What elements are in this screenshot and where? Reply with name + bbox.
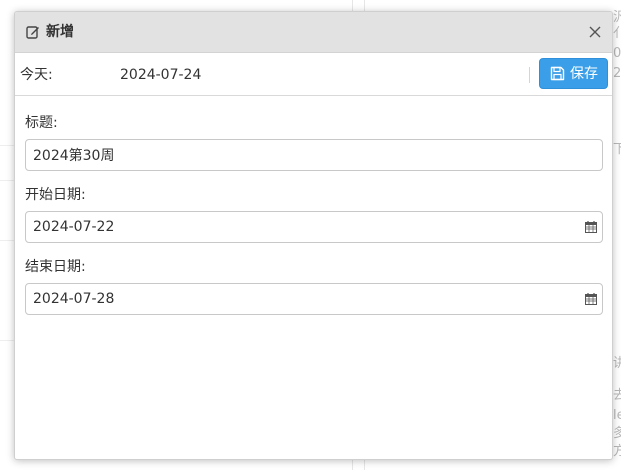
background-row-line: [0, 180, 14, 181]
save-button-label: 保存: [570, 66, 598, 82]
title-label: 标题:: [25, 115, 58, 131]
background-text: 2: [613, 66, 621, 81]
dialog-title: 新增: [46, 24, 74, 40]
save-button[interactable]: 保存: [539, 58, 608, 89]
edit-icon: [26, 26, 39, 39]
background-text: 0: [613, 46, 621, 61]
background-row-line: [0, 145, 14, 146]
close-icon[interactable]: [588, 25, 602, 39]
background-text: 下: [613, 142, 621, 157]
today-label: 今天:: [20, 67, 53, 83]
floppy-disk-icon: [550, 66, 565, 81]
start-date-input[interactable]: [25, 211, 603, 243]
background-row-line: [0, 340, 14, 341]
calendar-icon[interactable]: [585, 221, 597, 233]
background-row-line: [0, 240, 14, 241]
background-text: 多: [613, 426, 621, 441]
calendar-icon[interactable]: [585, 293, 597, 305]
end-date-input[interactable]: [25, 283, 603, 315]
add-dialog: 新增 今天: 2024-07-24 保存 标题: 开始日期: 结束日期:: [14, 11, 613, 460]
dialog-toolbar: 今天: 2024-07-24 保存: [15, 53, 612, 96]
toolbar-separator: [529, 67, 530, 83]
background-text: 汎: [613, 10, 621, 25]
start-date-label: 开始日期:: [25, 187, 86, 203]
background-text: 亻: [613, 26, 621, 41]
title-input[interactable]: [25, 139, 603, 171]
background-text: 去: [613, 388, 621, 403]
today-date: 2024-07-24: [120, 67, 202, 83]
dialog-header: 新增: [15, 12, 612, 53]
end-date-label: 结束日期:: [25, 259, 86, 275]
background-text: le: [613, 408, 621, 423]
background-text: 方: [613, 444, 621, 459]
background-text: 讲: [613, 356, 621, 371]
